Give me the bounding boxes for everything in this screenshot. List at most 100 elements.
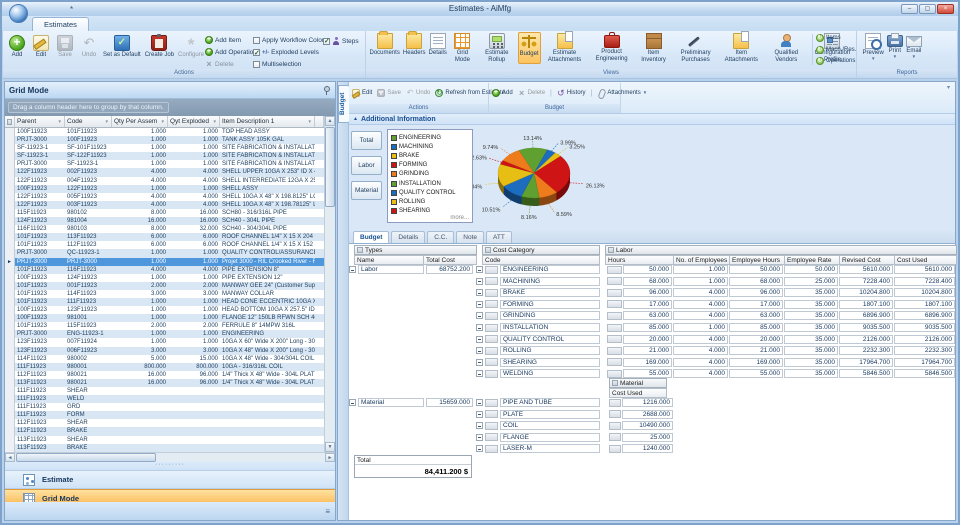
column-header-qty-per-assem[interactable]: Qty Per Assem▼ [112,116,168,127]
cost-category-row[interactable]: INSTALLATION [476,323,600,332]
expander-icon[interactable] [476,422,483,429]
expander-icon[interactable] [476,370,483,377]
nav-options-icon[interactable]: ≡ [325,507,330,516]
table-row[interactable]: 111F11923980001800.000800.00010GA - 316/… [5,363,324,371]
checkbox-apply-workflow-colors[interactable]: Apply Workflow Colors [253,37,327,44]
column-header-qyt-exploded[interactable]: Qyt Exploded▼ [168,116,220,127]
cost-category-row[interactable]: FORMING [476,300,600,309]
column-header-parent[interactable]: Parent▼ [15,116,65,127]
tab-c-c[interactable]: C.C. [427,231,454,243]
cost-category-row[interactable]: ENGINEERING [476,265,600,274]
additional-information-header[interactable]: ▲ Additional Information [349,113,955,125]
column-header-item-description-1[interactable]: Item Description 1▼ [220,116,315,127]
budget-side-tab[interactable]: Budget [338,85,349,123]
table-row[interactable]: 111F11923FORM [5,411,324,419]
panel-splitter[interactable]: ········· [5,462,335,470]
column-header-code[interactable]: Code [482,255,600,265]
material-category-row[interactable]: COIL [476,421,600,430]
ribbon-button-documents[interactable]: Documents [369,32,401,64]
table-row[interactable]: 101F11923114F119233.0003.000MANWAY COLLA… [5,290,324,298]
table-row[interactable]: PRJT-3000ENG-11923-11.0001.000ENGINEERIN… [5,330,324,338]
toolbar-button-add[interactable]: Add [492,89,513,97]
checkbox-icon[interactable] [253,37,260,44]
tab-budget[interactable]: Budget [353,231,389,243]
scroll-left-icon[interactable]: ◄ [5,453,15,462]
table-row[interactable]: 122F11923004F119234.0004.000SHELL INTERR… [5,177,324,185]
table-row[interactable]: 100F119239810011.0001.000FLANGE 12" 150L… [5,314,324,322]
ribbon-button-print[interactable]: Print▼ [886,32,904,62]
table-row[interactable]: 122F11923003F119234.0004.000SHELL 10GA X… [5,201,324,209]
filter-icon[interactable]: ▼ [161,119,165,124]
cost-category-row[interactable]: BRAKE [476,288,600,297]
column-header-cost-used[interactable]: Cost Used [895,255,957,265]
side-button-total[interactable]: Total [351,131,382,150]
cost-category-row[interactable]: SHEARING [476,358,600,367]
table-row[interactable]: 114F119239800025.00015.00010GA X 48" Wid… [5,355,324,363]
toolbar-button-attachments[interactable]: Attachments▼ [597,89,647,97]
table-row[interactable]: PRJT-3000100F119231.0001.000TANK ASSY 10… [5,136,324,144]
ribbon-button-set-as-default[interactable]: Set as Default [102,33,142,61]
material-cost-row[interactable]: 1240.000 [609,444,673,453]
table-row[interactable]: 100F11923101F119231.0001.000TOP HEAD ASS… [5,128,324,136]
pin-icon[interactable] [322,85,331,96]
ribbon-button-preview[interactable]: Preview▼ [862,32,885,62]
expander-icon[interactable] [476,445,483,452]
checkbox-icon[interactable] [253,61,260,68]
expander-icon[interactable] [476,399,483,406]
table-row[interactable]: 123F11923006F119233.0003.00010GA X 48" W… [5,347,324,355]
table-row[interactable]: 115F119239801028.00016.000SCH80 - 316/31… [5,209,324,217]
table-row[interactable]: 101F11923112F119236.0006.000ROOF CHANNEL… [5,241,324,249]
labor-row[interactable]: 50.0001.00050.00050.0005610.0005610.000 [607,265,955,274]
scroll-up-icon[interactable]: ▲ [325,116,335,126]
ribbon-button-save[interactable]: Save [54,33,76,61]
ribbon-button-qualified-vendors[interactable]: Qualified Vendors [764,32,808,64]
table-row[interactable]: 111F11923WELD [5,395,324,403]
vertical-scroll-thumb[interactable] [325,127,335,207]
labor-row[interactable]: 21.0004.00021.00035.0002232.3002232.300 [607,346,955,355]
column-header-total-cost[interactable]: Total Cost [424,255,477,265]
ribbon-button-details[interactable]: Details [428,32,448,64]
column-header-name[interactable]: Name [354,255,424,265]
ribbon-button-undo[interactable]: Undo [78,33,100,61]
types-row-labor[interactable]: Labor 68752.200 [349,265,477,274]
table-row[interactable]: SF-11923-1SF-122F119231.0001.000SITE FAB… [5,152,324,160]
column-header-hours[interactable]: Hours [605,255,674,265]
labor-row[interactable]: 85.0001.00085.00035.0009035.5009035.500 [607,323,955,332]
expander-icon[interactable] [476,336,483,343]
material-cost-row[interactable]: 25.000 [609,433,673,442]
table-row[interactable]: 123F11923007F119241.0001.00010GA X 60" W… [5,338,324,346]
grid-vertical-scrollbar[interactable]: ▲ ▼ [324,116,335,452]
table-row[interactable]: 101F11923001F119232.0002.000MANWAY GEE 2… [5,282,324,290]
material-cost-row[interactable]: 1216.000 [609,398,673,407]
material-category-row[interactable]: LASER-M [476,444,600,453]
tab-estimates[interactable]: Estimates [32,17,89,31]
material-cost-row[interactable]: 2688.000 [609,410,673,419]
labor-row[interactable]: 68.0001.00068.00025.0007228.4007228.400 [607,277,955,286]
expander-icon[interactable] [476,434,483,441]
table-row[interactable]: SF-11923-1SF-101F119231.0001.000SITE FAB… [5,144,324,152]
table-row[interactable]: PRJT-3000SF-11923-11.0001.000SITE FABRIC… [5,160,324,168]
cost-category-row[interactable]: ROLLING [476,346,600,355]
app-button[interactable] [9,4,28,23]
ribbon-button-item-attachments[interactable]: Item Attachments [720,32,763,64]
types-row-material[interactable]: Material 15659.000 [349,398,477,407]
material-category-row[interactable]: PIPE AND TUBE [476,398,600,407]
filter-icon[interactable]: ▼ [213,119,217,124]
cost-category-row[interactable]: MACHINING [476,277,600,286]
table-row[interactable]: 122F11923005F119234.0004.000SHELL 10GA X… [5,193,324,201]
column-header-revised-cost[interactable]: Revised Cost [840,255,895,265]
ribbon-button-email[interactable]: Email▼ [905,32,923,62]
expander-icon[interactable] [349,266,356,273]
ribbon-button-estimate-rollup[interactable]: Estimate Rollup [477,32,517,64]
steps-toggle[interactable]: Steps [323,37,359,45]
ribbon-button-items[interactable]: Items [816,34,856,42]
expander-icon[interactable] [476,324,483,331]
maximize-button[interactable]: ▢ [919,4,936,14]
cost-category-row[interactable]: QUALITY CONTROL [476,335,600,344]
column-header-cost-used[interactable]: Cost Used [609,388,667,398]
toolbar-button-undo[interactable]: Undo [406,89,430,97]
table-row[interactable]: 100F11923122F119231.0001.000SHELL ASSY [5,185,324,193]
labor-row[interactable]: 96.0004.00096.00035.00010204.80010204.80… [607,288,955,297]
cost-category-row[interactable]: GRINDING [476,311,600,320]
table-row[interactable]: 112F1192398002116.00096.0001/4" Thick X … [5,371,324,379]
